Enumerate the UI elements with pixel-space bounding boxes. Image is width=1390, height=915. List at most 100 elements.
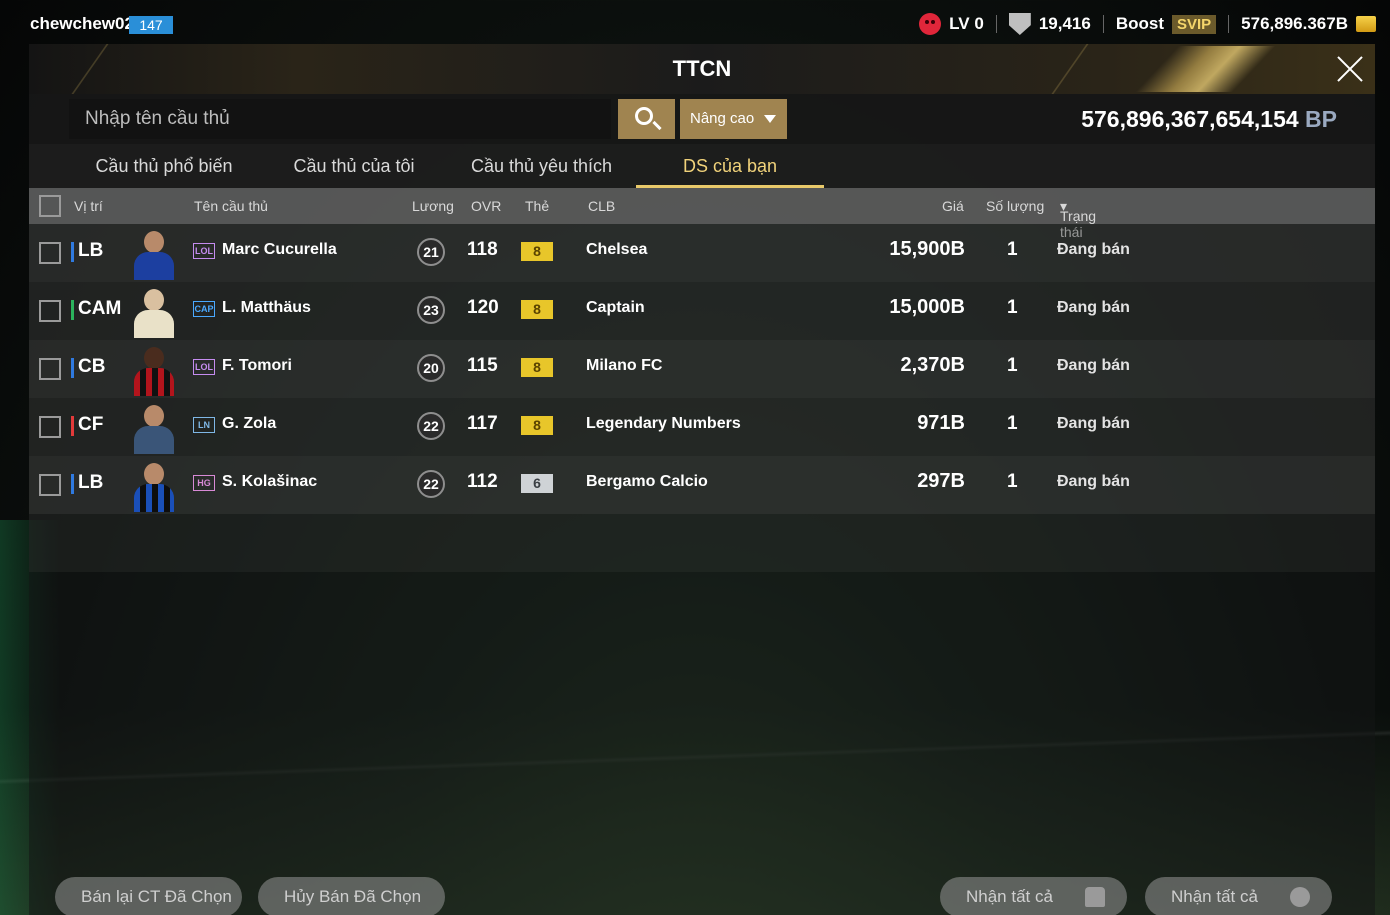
player-position: CAM xyxy=(71,298,121,320)
table-row[interactable]: LB HG S. Kolašinac 22 112 6 Bergamo Calc… xyxy=(29,456,1375,514)
avatar-head xyxy=(144,289,164,311)
col-card: Thẻ xyxy=(525,198,550,214)
search-icon xyxy=(635,107,653,125)
bp-balance: 576,896,367,654,154 BP xyxy=(1081,106,1337,133)
player-avatar xyxy=(129,286,179,338)
table-row[interactable]: CAM CAP L. Matthäus 23 120 8 Captain 15,… xyxy=(29,282,1375,340)
sad-face-icon xyxy=(919,13,942,35)
table-row[interactable]: LB LOL Marc Cucurella 21 118 8 Chelsea 1… xyxy=(29,224,1375,282)
transfer-market-panel: TTCN Nâng cao 576,896,367,654,154 BP Cầu… xyxy=(29,44,1375,915)
listing-price: 15,900B xyxy=(889,238,965,260)
user-level-badge: 147 xyxy=(129,16,173,34)
listing-quantity: 1 xyxy=(1007,355,1018,376)
avatar-body xyxy=(134,310,174,338)
table-header: Vị trí Tên cầu thủ Lương OVR Thẻ CLB Giá… xyxy=(29,188,1375,240)
listing-quantity: 1 xyxy=(1007,239,1018,260)
player-name: Marc Cucurella xyxy=(222,241,337,258)
avatar-body xyxy=(134,484,174,512)
table-row[interactable]: CF LN G. Zola 22 117 8 Legendary Numbers… xyxy=(29,398,1375,456)
username: chewchew02 xyxy=(30,14,134,33)
col-player-name: Tên cầu thủ xyxy=(194,198,268,214)
listing-status: Đang bán xyxy=(1057,299,1130,316)
upgrade-level-badge: 8 xyxy=(521,358,553,377)
boost-label: Boost xyxy=(1115,14,1164,33)
player-ovr: 118 xyxy=(467,239,498,260)
player-ovr: 112 xyxy=(467,471,498,492)
listing-quantity: 1 xyxy=(1007,471,1018,492)
close-icon[interactable] xyxy=(1333,52,1367,86)
listing-status: Đang bán xyxy=(1057,415,1130,432)
player-search-input[interactable] xyxy=(69,99,611,139)
divider xyxy=(1102,15,1104,33)
row-checkbox[interactable] xyxy=(39,300,61,322)
salary-badge: 22 xyxy=(417,412,445,440)
player-name: L. Matthäus xyxy=(222,299,311,316)
col-position: Vị trí xyxy=(74,198,103,214)
collect-all-coins-button[interactable]: Nhận tất cả xyxy=(1145,877,1332,915)
player-position: CF xyxy=(71,414,103,436)
player-club: Milano FC xyxy=(586,357,663,374)
tab-my-players[interactable]: Cầu thủ của tôi xyxy=(259,144,449,188)
advanced-filter-label: Nâng cao xyxy=(690,110,755,127)
avatar-body xyxy=(134,368,174,396)
avatar-body xyxy=(134,252,174,280)
collect-all-coins-label: Nhận tất cả xyxy=(1171,887,1258,906)
trophy-shield-icon xyxy=(1008,13,1031,35)
resell-selected-button[interactable]: Bán lại CT Đã Chọn xyxy=(55,877,242,915)
svip-badge[interactable]: SVIP xyxy=(1171,14,1217,34)
lv-value: LV 0 xyxy=(949,14,984,33)
listing-price: 971B xyxy=(917,412,965,434)
player-position: CB xyxy=(71,356,105,378)
col-price: Giá xyxy=(942,198,964,214)
player-club: Legendary Numbers xyxy=(586,415,741,432)
status-right-group: LV 0 19,416 Boost SVIP 576,896.367B xyxy=(919,10,1376,38)
advanced-filter-dropdown[interactable]: Nâng cao xyxy=(680,99,787,139)
listing-status: Đang bán xyxy=(1057,357,1130,374)
season-badge: HG xyxy=(193,475,215,491)
upgrade-level-badge: 6 xyxy=(521,474,553,493)
col-ovr: OVR xyxy=(471,198,502,214)
avatar-head xyxy=(144,231,164,253)
col-status-sort[interactable]: Trạng thái ▾ xyxy=(1060,198,1096,240)
season-badge: CAP xyxy=(193,301,215,317)
upgrade-level-badge: 8 xyxy=(521,300,553,319)
search-icon-handle xyxy=(652,120,662,131)
player-name: F. Tomori xyxy=(222,357,292,374)
row-checkbox[interactable] xyxy=(39,242,61,264)
collect-all-players-label: Nhận tất cả xyxy=(966,887,1053,906)
select-all-checkbox[interactable] xyxy=(39,195,61,217)
player-ovr: 115 xyxy=(467,355,498,376)
listing-status: Đang bán xyxy=(1057,241,1130,258)
chevron-down-icon xyxy=(764,115,776,123)
listing-price: 2,370B xyxy=(900,354,966,376)
listing-quantity: 1 xyxy=(1007,297,1018,318)
tab-your-listings[interactable]: DS của bạn xyxy=(636,144,824,188)
avatar-head xyxy=(144,463,164,485)
listing-price: 297B xyxy=(917,470,965,492)
salary-badge: 23 xyxy=(417,296,445,324)
tab-favorite-players[interactable]: Cầu thủ yêu thích xyxy=(449,144,634,188)
player-avatar xyxy=(129,402,179,454)
tab-popular-players[interactable]: Cầu thủ phổ biến xyxy=(69,144,259,188)
salary-badge: 20 xyxy=(417,354,445,382)
row-checkbox[interactable] xyxy=(39,358,61,380)
season-badge: LOL xyxy=(193,359,215,375)
collect-all-players-button[interactable]: Nhận tất cả xyxy=(940,877,1127,915)
table-row[interactable]: CB LOL F. Tomori 20 115 8 Milano FC 2,37… xyxy=(29,340,1375,398)
season-badge: LOL xyxy=(193,243,215,259)
player-avatar xyxy=(129,460,179,512)
cancel-selected-button[interactable]: Hủy Bán Đã Chọn xyxy=(258,877,445,915)
player-club: Chelsea xyxy=(586,241,648,258)
player-position: LB xyxy=(71,472,103,494)
player-club: Bergamo Calcio xyxy=(586,473,708,490)
search-button[interactable] xyxy=(618,99,675,139)
row-checkbox[interactable] xyxy=(39,474,61,496)
coin-icon xyxy=(1290,887,1310,907)
coin-stack-icon[interactable] xyxy=(1356,16,1376,32)
upgrade-level-badge: 8 xyxy=(521,242,553,261)
coin-balance: 576,896.367B xyxy=(1241,14,1348,33)
player-ovr: 117 xyxy=(467,413,498,434)
row-checkbox[interactable] xyxy=(39,416,61,438)
avatar-head xyxy=(144,347,164,369)
tab-bar: Cầu thủ phổ biến Cầu thủ của tôi Cầu thủ… xyxy=(29,144,1375,188)
